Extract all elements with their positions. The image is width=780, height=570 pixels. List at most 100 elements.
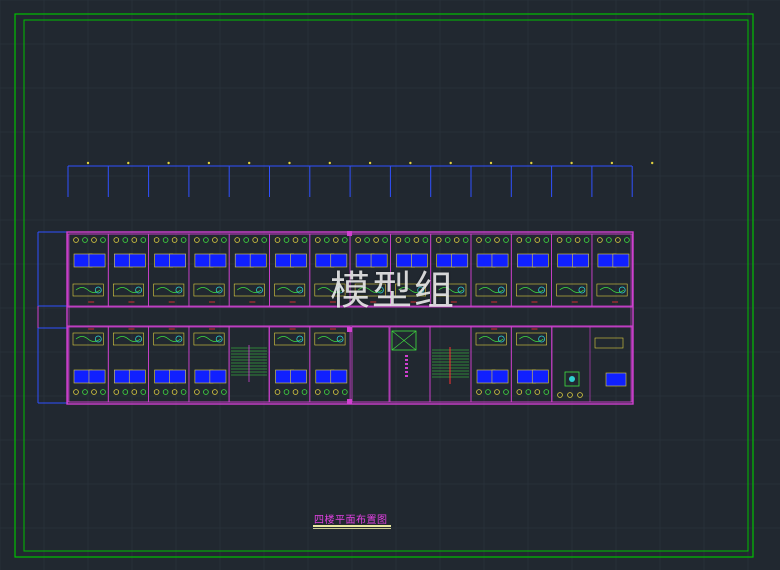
fixture xyxy=(478,336,504,342)
furniture xyxy=(314,389,321,395)
furniture xyxy=(624,237,630,243)
room-wall xyxy=(148,233,190,307)
axis-marker xyxy=(248,161,251,165)
bed xyxy=(249,253,267,268)
fixture xyxy=(497,286,505,294)
guest-room xyxy=(107,233,150,307)
furniture xyxy=(91,237,97,243)
furniture xyxy=(422,237,429,243)
bed xyxy=(169,253,186,268)
room-wall xyxy=(228,233,270,307)
guest-room xyxy=(188,326,230,403)
column xyxy=(347,399,352,404)
room-wall xyxy=(188,233,230,307)
room-wall xyxy=(107,233,150,307)
fixture xyxy=(497,335,505,343)
furniture xyxy=(140,237,147,243)
guest-room xyxy=(228,233,270,307)
furniture xyxy=(323,237,330,243)
fixture xyxy=(519,287,544,293)
axis-marker xyxy=(288,161,291,165)
guest-room xyxy=(470,326,512,403)
fixture xyxy=(116,287,141,293)
furniture xyxy=(583,237,590,243)
fixture xyxy=(175,335,183,343)
fixture xyxy=(236,287,262,293)
furniture xyxy=(292,389,299,395)
shaft-mark xyxy=(405,359,408,361)
title-underline xyxy=(313,525,391,527)
furniture xyxy=(203,389,209,395)
fixture xyxy=(116,336,141,342)
fixture xyxy=(135,335,143,343)
furniture xyxy=(243,237,250,243)
furniture xyxy=(485,389,491,395)
axis-marker xyxy=(368,161,372,165)
furniture xyxy=(556,237,563,243)
furniture xyxy=(332,237,339,243)
bed xyxy=(531,369,549,384)
fixture xyxy=(317,336,343,342)
furniture xyxy=(221,389,227,395)
axis-marker xyxy=(207,161,211,165)
furniture xyxy=(292,237,299,243)
furniture xyxy=(355,237,361,243)
furniture xyxy=(221,237,227,243)
guest-room xyxy=(510,233,552,307)
shaft-mark xyxy=(405,371,408,373)
fixture xyxy=(215,335,223,343)
furniture xyxy=(323,389,330,395)
bed xyxy=(531,253,549,268)
furniture xyxy=(131,389,138,395)
stairwell xyxy=(429,326,472,403)
core-wall xyxy=(351,326,390,403)
furniture xyxy=(252,237,259,243)
guest-room xyxy=(148,233,190,307)
fixture xyxy=(618,286,626,294)
bed xyxy=(128,253,146,268)
furniture xyxy=(194,389,200,395)
shaft-mark xyxy=(405,375,408,377)
shaft-mark xyxy=(405,363,408,365)
fixture xyxy=(94,335,102,343)
furniture xyxy=(444,237,451,243)
axis-marker xyxy=(570,161,573,165)
shaft-mark xyxy=(405,367,408,369)
furniture xyxy=(91,389,97,395)
bed xyxy=(128,369,146,384)
room-wall xyxy=(591,233,633,307)
furniture xyxy=(153,389,160,395)
furniture xyxy=(162,237,169,243)
furniture xyxy=(503,389,509,395)
bathroom xyxy=(594,337,624,349)
bed xyxy=(612,253,630,268)
furniture xyxy=(100,389,106,395)
furniture xyxy=(113,389,120,395)
furniture xyxy=(435,237,442,243)
furniture xyxy=(274,237,281,243)
axis-marker xyxy=(610,161,614,165)
guest-room xyxy=(269,326,311,403)
furniture xyxy=(341,389,348,395)
furniture xyxy=(534,237,541,243)
axis-marker xyxy=(530,161,533,165)
axis-marker xyxy=(449,161,452,165)
furniture xyxy=(162,389,169,395)
fixture xyxy=(256,286,263,294)
fixture xyxy=(296,335,304,343)
column xyxy=(347,231,352,236)
furniture xyxy=(606,237,612,243)
furniture xyxy=(543,389,550,395)
floor-plan xyxy=(66,231,634,405)
furniture xyxy=(82,389,88,395)
bed xyxy=(209,253,227,268)
furniture xyxy=(413,237,420,243)
furniture xyxy=(485,237,491,243)
bed xyxy=(88,253,106,268)
title-underline-thin xyxy=(313,528,391,529)
room-wall xyxy=(470,233,512,307)
guest-room xyxy=(591,233,633,307)
bed xyxy=(491,369,509,384)
furniture xyxy=(516,237,523,243)
furniture xyxy=(332,389,339,395)
